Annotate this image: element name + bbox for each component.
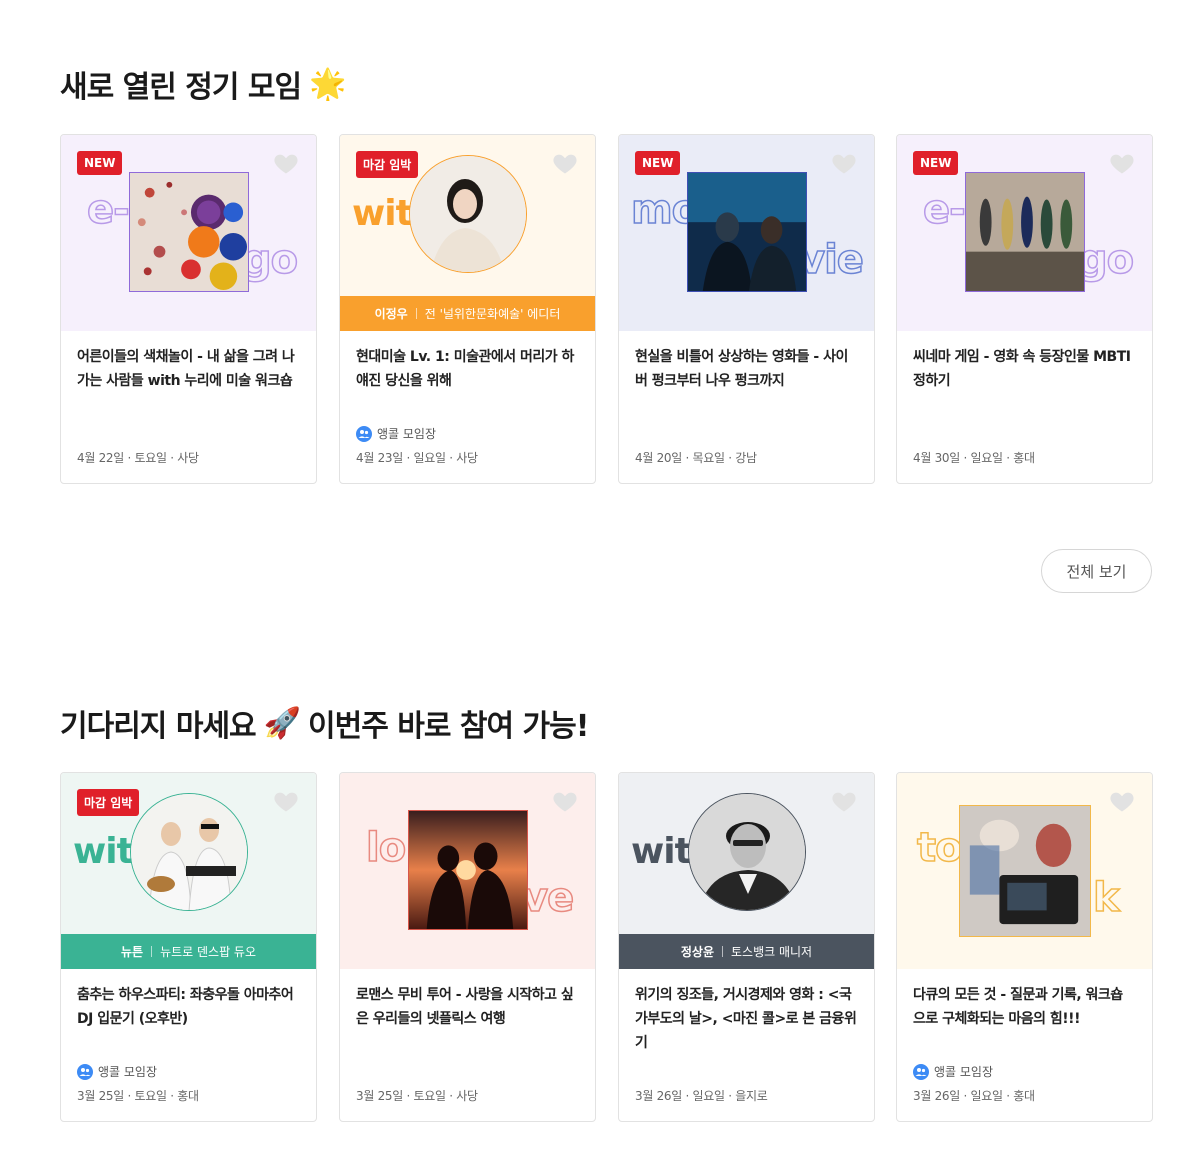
host-role: 토스뱅크 매니저 [731,945,813,959]
card-title: 다큐의 모든 것 - 질문과 기록, 워크숍으로 구체화되는 마음의 힘!!! [913,987,1123,1027]
host-role: 뉴트로 덴스팝 듀오 [160,945,257,959]
meetup-card[interactable]: NEW e- go 어른이들의 색채놀이 - 내 삶을 그려 나가는 사람들 w… [60,134,317,484]
thumb-word-right: vie [798,236,864,284]
card-meta: 3월 25일 · 토요일 · 홍대 [77,1089,199,1103]
card-meta: 3월 26일 · 일요일 · 홍대 [913,1089,1035,1103]
heart-icon[interactable] [1108,787,1136,815]
view-all-button[interactable]: 전체 보기 [1041,549,1152,593]
section-title-new-meetups: 새로 열린 정기 모임 🌟 [60,66,347,106]
heart-icon[interactable] [551,787,579,815]
card-thumbnail: lo ve [340,773,595,969]
meetup-card[interactable]: with 정상윤 토스뱅크 매니저 위기의 징조들, 거시경제와 영화 : <국… [618,772,875,1122]
film-camera-photo [959,805,1091,937]
meetup-card[interactable]: 마감 임박 with 이정우 전 '널위한문화예술' 에디터 현대미술 Lv. … [339,134,596,484]
thumb-word-left: to [916,824,963,872]
host-bar: 정상윤 토스뱅크 매니저 [619,934,874,969]
host-portrait [689,794,805,910]
heart-icon[interactable] [551,149,579,177]
card-meta: 3월 26일 · 일요일 · 을지로 [635,1089,768,1103]
people-icon [356,425,372,442]
card-title: 위기의 징조들, 거시경제와 영화 : <국가부도의 날>, <마진 콜>로 본… [635,987,857,1051]
leader-tag: 앵콜 모임장 [356,425,436,442]
meetup-card[interactable]: NEW e- go 씨네마 게임 - 영화 속 등장인물 MBTI 정하기 4월… [896,134,1153,484]
card-title: 현실을 비틀어 상상하는 영화들 - 사이버 펑크부터 나우 펑크까지 [635,349,848,389]
card-title: 현대미술 Lv. 1: 미술관에서 머리가 하얘진 당신을 위해 [356,349,574,389]
host-bar: 이정우 전 '널위한문화예술' 에디터 [340,296,595,331]
host-portrait [410,156,526,272]
people-icon [913,1063,929,1080]
host-photo [130,793,248,911]
card-meta: 3월 25일 · 토요일 · 사당 [356,1089,478,1103]
thumb-word-left: e- [922,186,966,234]
divider [151,946,153,957]
host-bar: 뉴튼 뉴트로 덴스팝 듀오 [61,934,316,969]
leader-tag: 앵콜 모임장 [913,1063,993,1080]
card-thumbnail: NEW mo vie [619,135,874,331]
closing-soon-badge: 마감 임박 [356,151,419,178]
thumb-word-right: go [1078,236,1135,284]
card-title: 춤추는 하우스파티: 좌충우돌 아마추어 DJ 입문기 (오후반) [77,987,294,1027]
host-role: 전 '널위한문화예술' 에디터 [424,307,561,321]
thumb-word-right: k [1092,874,1120,922]
card-thumbnail: NEW e- go [61,135,316,331]
divider [415,308,417,319]
couple-sunset-photo [408,810,528,930]
duo-portrait [131,794,247,910]
people-icon [77,1063,93,1080]
host-name: 정상윤 [680,945,714,959]
meetup-card[interactable]: to k 다큐의 모든 것 - 질문과 기록, 워크숍으로 구체화되는 마음의 … [896,772,1153,1122]
thumb-word-right: ve [521,874,575,922]
thumb-word-right: go [242,236,299,284]
host-photo [688,793,806,911]
thumb-word-left: e- [86,186,130,234]
card-meta: 4월 23일 · 일요일 · 사당 [356,451,478,465]
divider [722,946,723,957]
host-photo [409,155,527,273]
heart-icon[interactable] [272,149,300,177]
new-badge: NEW [913,151,959,175]
thumb-word-left: lo [365,824,407,872]
new-badge: NEW [77,151,123,175]
card-thumbnail: to k [897,773,1152,969]
heart-icon[interactable] [830,149,858,177]
card-title: 씨네마 게임 - 영화 속 등장인물 MBTI 정하기 [913,349,1131,389]
leader-tag: 앵콜 모임장 [77,1063,157,1080]
rocket-emoji-icon: 🚀 [263,705,301,741]
card-thumbnail: 마감 임박 with 뉴튼 뉴트로 덴스팝 듀오 [61,773,316,969]
heart-icon[interactable] [830,787,858,815]
card-title: 로맨스 무비 투어 - 사랑을 시작하고 싶은 우리들의 넷플릭스 여행 [356,987,574,1027]
heart-icon[interactable] [272,787,300,815]
meetup-card[interactable]: lo ve 로맨스 무비 투어 - 사랑을 시작하고 싶은 우리들의 넷플릭스 … [339,772,596,1122]
card-meta: 4월 20일 · 목요일 · 강남 [635,451,757,465]
card-meta: 4월 30일 · 일요일 · 홍대 [913,451,1035,465]
card-meta: 4월 22일 · 토요일 · 사당 [77,451,199,465]
new-badge: NEW [635,151,681,175]
card-title: 어른이들의 색채놀이 - 내 삶을 그려 나가는 사람들 with 누리에 미술… [77,349,295,389]
paint-palette-photo [129,172,249,292]
movie-cast-photo [965,172,1085,292]
card-thumbnail: with 정상윤 토스뱅크 매니저 [619,773,874,969]
meetup-card[interactable]: 마감 임박 with 뉴튼 뉴트로 덴스팝 듀오 춤추는 하우스파티: 좌충우돌… [60,772,317,1122]
host-name: 뉴튼 [120,945,144,959]
closing-soon-badge: 마감 임박 [77,789,140,816]
movie-still-photo [687,172,807,292]
meetup-card[interactable]: NEW mo vie 현실을 비틀어 상상하는 영화들 - 사이버 펑크부터 나… [618,134,875,484]
heart-icon[interactable] [1108,149,1136,177]
card-thumbnail: NEW e- go [897,135,1152,331]
section-title-this-week: 기다리지 마세요 🚀 이번주 바로 참여 가능! [60,705,589,745]
host-name: 이정우 [374,307,408,321]
card-thumbnail: 마감 임박 with 이정우 전 '널위한문화예술' 에디터 [340,135,595,331]
star-emoji-icon: 🌟 [309,66,346,102]
